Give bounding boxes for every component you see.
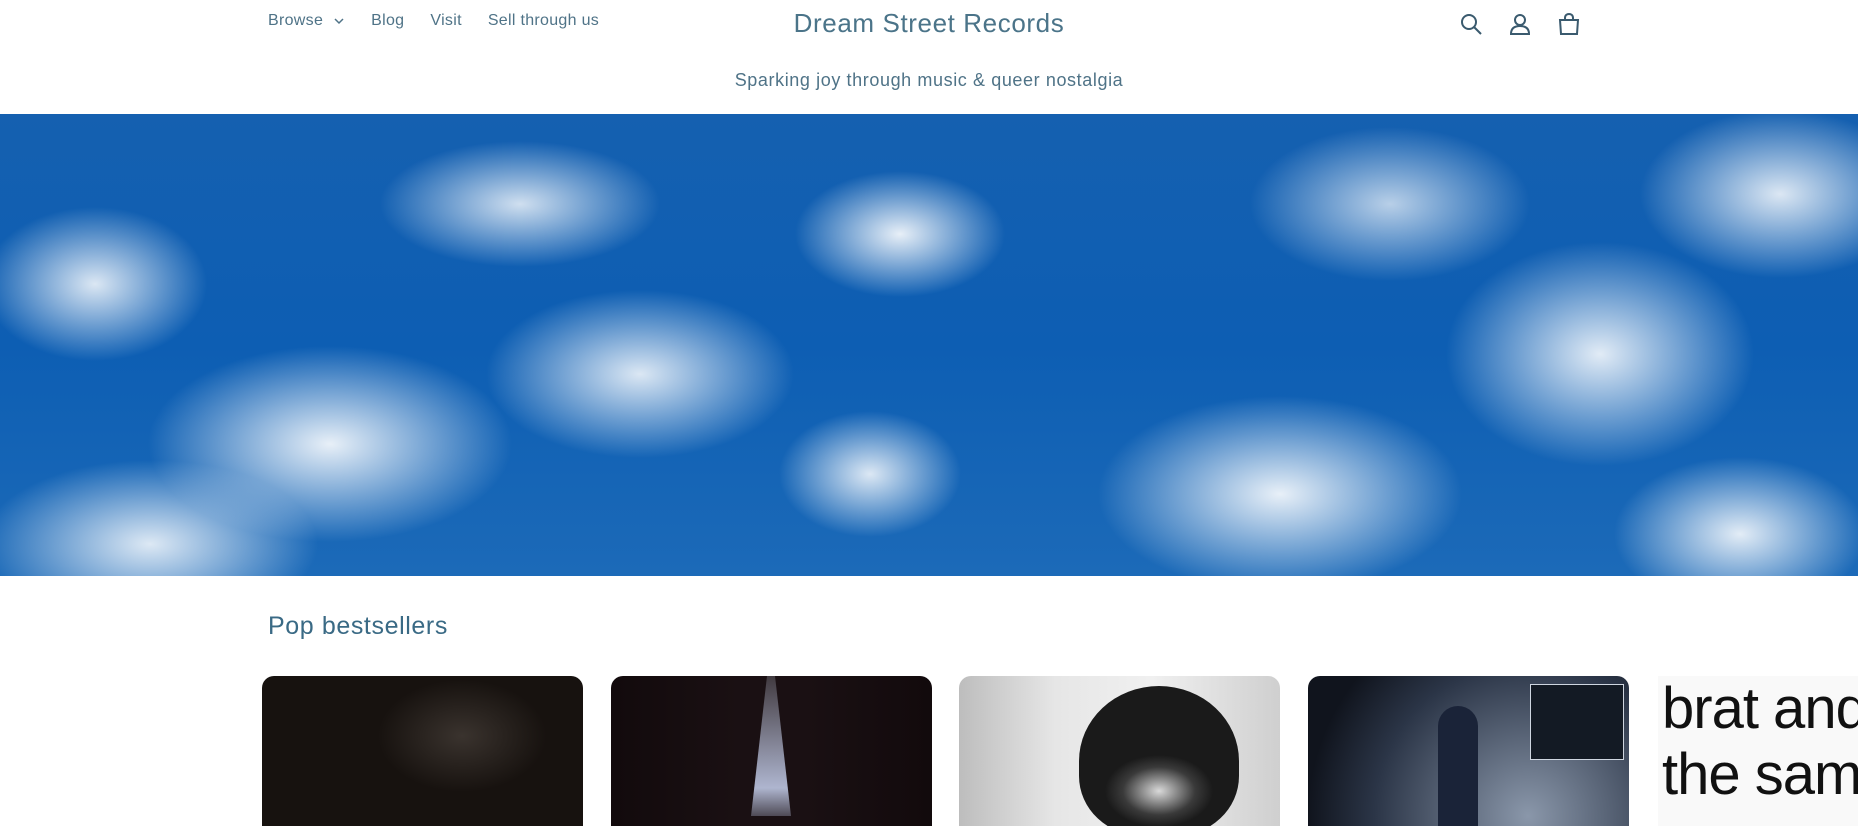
nav-sell-through-us[interactable]: Sell through us — [488, 12, 599, 30]
cart-icon — [1558, 12, 1580, 35]
nav-visit[interactable]: Visit — [430, 12, 461, 30]
main-nav: Browse Blog Visit Sell through us — [268, 12, 625, 30]
tagline: Sparking joy through music & queer nosta… — [734, 70, 1124, 90]
product-card-4[interactable] — [1308, 676, 1629, 826]
portrait-image — [1079, 686, 1239, 826]
product-card-1[interactable] — [262, 676, 583, 826]
cart-button[interactable] — [1554, 10, 1584, 38]
cover-text: brat and the sam — [1662, 676, 1858, 807]
nav-browse-label: Browse — [268, 12, 324, 29]
brand-link[interactable]: Dream Street Records — [794, 8, 1065, 38]
search-icon — [1461, 14, 1482, 35]
section-title: Pop bestsellers — [268, 612, 448, 640]
search-button[interactable] — [1456, 10, 1486, 38]
account-button[interactable] — [1505, 10, 1535, 38]
figure-image — [1438, 706, 1478, 826]
nav-browse[interactable]: Browse — [268, 12, 345, 30]
site-header: Browse Blog Visit Sell through us Dream … — [0, 0, 1858, 114]
spotlight-beam — [751, 676, 791, 816]
cover-sticker — [1530, 684, 1624, 760]
product-card-2[interactable] — [611, 676, 932, 826]
product-card-3[interactable] — [959, 676, 1280, 826]
nav-blog[interactable]: Blog — [371, 12, 404, 30]
header-icons — [1456, 10, 1603, 38]
chevron-down-icon — [334, 18, 344, 25]
product-card-5[interactable]: brat and the sam — [1658, 676, 1858, 826]
account-icon — [1509, 14, 1531, 35]
hero-sky-banner — [0, 114, 1858, 576]
